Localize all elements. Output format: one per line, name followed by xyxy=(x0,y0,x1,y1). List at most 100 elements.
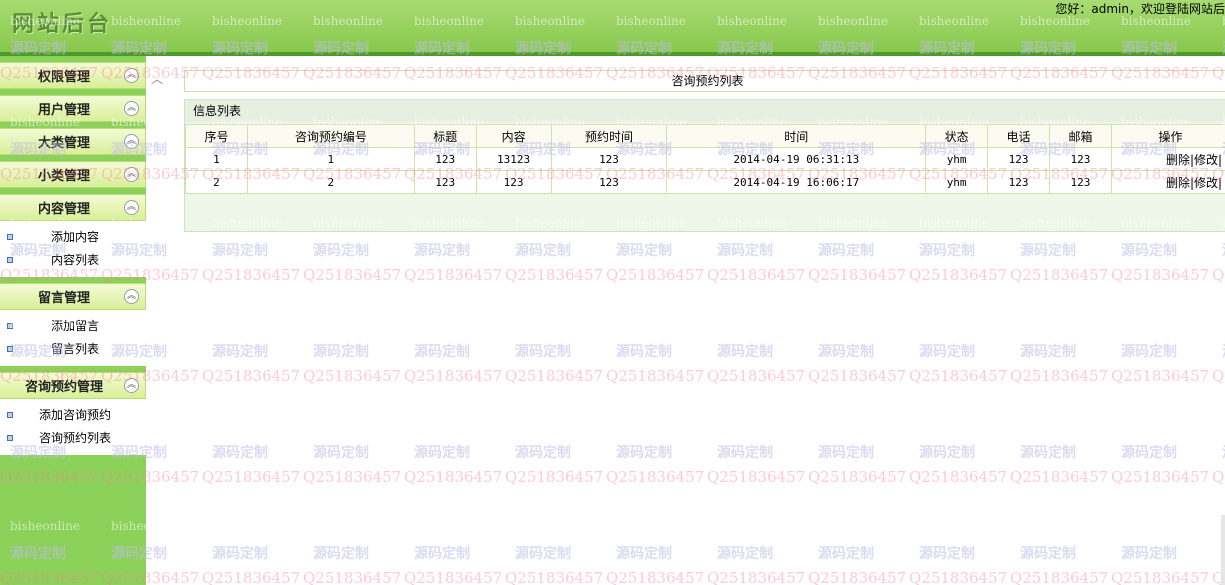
menu-header[interactable]: 大类管理 ︽ xyxy=(0,128,146,155)
submenu-item[interactable]: 咨询预约列表 xyxy=(0,426,146,449)
menu-header[interactable]: 留言管理 ︽ xyxy=(0,283,146,310)
watermark-text: Q251836457 xyxy=(707,266,806,284)
watermark-text: Q251836457 xyxy=(909,569,1008,585)
page-title: 咨询预约列表 xyxy=(184,70,1225,92)
watermark-text: Q251836457 xyxy=(303,367,402,385)
watermark-text: 源码定制 xyxy=(818,344,874,360)
watermark-text: bisheonline xyxy=(818,317,888,331)
watermark-text: Q251836457 xyxy=(707,468,806,486)
watermark-text: Q251836457 xyxy=(808,468,907,486)
table-cell: 13123 xyxy=(475,147,552,171)
watermark-text: 源码定制 xyxy=(616,344,672,360)
watermark-text: bisheonline xyxy=(1121,418,1191,432)
submenu-item[interactable]: 内容列表 xyxy=(0,248,146,271)
double-chevron-up-icon[interactable]: ︽ xyxy=(124,378,139,393)
watermark-text: 源码定制 xyxy=(919,243,975,259)
watermark-text: bisheonline xyxy=(1020,519,1090,533)
menu-header[interactable]: 权限管理 ︽ xyxy=(0,62,146,89)
watermark-text: Q251836457 xyxy=(1111,468,1210,486)
watermark-text: 源码定制 xyxy=(515,546,571,562)
watermark-text: bisheonline xyxy=(414,418,484,432)
watermark-text: 源码定制 xyxy=(717,344,773,360)
watermark-text: 源码定制 xyxy=(919,546,975,562)
menu-header-label: 咨询预约管理 xyxy=(24,380,103,395)
menu-header[interactable]: 内容管理 ︽ xyxy=(0,194,146,221)
watermark-text: 源码定制 xyxy=(212,344,268,360)
watermark-text: Q251836457 xyxy=(1212,468,1225,486)
watermark-text: Q251836457 xyxy=(303,569,402,585)
watermark-text: 源码定制 xyxy=(818,546,874,562)
watermark-text: Q251836457 xyxy=(606,266,705,284)
watermark-text: Q251836457 xyxy=(606,468,705,486)
panel-title: 信息列表 xyxy=(185,100,1225,122)
table-cell: 1 xyxy=(185,147,248,171)
watermark-text: Q251836457 xyxy=(707,569,806,585)
watermark-text: bisheonline xyxy=(212,317,282,331)
watermark-text: Q251836457 xyxy=(1010,367,1109,385)
table-cell: 123 xyxy=(413,170,477,194)
watermark-text: Q251836457 xyxy=(1212,266,1225,284)
watermark-text: 源码定制 xyxy=(616,445,672,461)
row-actions[interactable]: 删除|修改| xyxy=(1110,170,1225,194)
double-chevron-up-icon[interactable]: ︽ xyxy=(124,68,139,83)
header-bar: 网站后台 您好：admin，欢迎登陆网站后 xyxy=(0,0,1225,56)
watermark-text: 源码定制 xyxy=(616,243,672,259)
watermark-text: 源码定制 xyxy=(414,243,470,259)
watermark-text: 源码定制 xyxy=(1121,344,1177,360)
watermark-text: Q251836457 xyxy=(1010,569,1109,585)
double-chevron-up-icon[interactable]: ︽ xyxy=(124,101,139,116)
watermark-text: 源码定制 xyxy=(717,445,773,461)
watermark-text: bisheonline xyxy=(313,317,383,331)
list-panel: 信息列表 序号 咨询预约编号 标题 内容 预约时间 时间 状态 电话 邮箱 操作 1 1 123 131… xyxy=(184,99,1225,232)
double-chevron-up-icon[interactable]: ︽ xyxy=(124,289,139,304)
submenu-item[interactable]: 添加咨询预约 xyxy=(0,403,146,426)
watermark-text: bisheonline xyxy=(1121,519,1191,533)
watermark-text: Q251836457 xyxy=(202,569,301,585)
scrollbar[interactable] xyxy=(1221,515,1225,585)
watermark-text: bisheonline xyxy=(313,519,383,533)
watermark-text: 源码定制 xyxy=(414,546,470,562)
watermark-text: Q251836457 xyxy=(303,468,402,486)
watermark-text: 源码定制 xyxy=(1121,445,1177,461)
watermark-text: Q251836457 xyxy=(505,569,604,585)
watermark-text: Q251836457 xyxy=(404,266,503,284)
watermark-text: Q251836457 xyxy=(404,367,503,385)
double-chevron-up-icon[interactable]: ︽ xyxy=(124,167,139,182)
bullet-icon xyxy=(7,434,13,441)
submenu-item[interactable]: 添加留言 xyxy=(0,314,146,337)
collapse-sidebar-icon[interactable]: ︿ xyxy=(151,70,163,87)
submenu-item[interactable]: 留言列表 xyxy=(0,337,146,360)
double-chevron-up-icon[interactable]: ︽ xyxy=(124,200,139,215)
menu-header[interactable]: 用户管理 ︽ xyxy=(0,95,146,122)
watermark-text: bisheonline xyxy=(212,519,282,533)
watermark-text: Q251836457 xyxy=(505,266,604,284)
table-cell: 123 xyxy=(550,147,668,171)
table-cell: 123 xyxy=(1049,147,1112,171)
submenu-item[interactable]: 添加内容 xyxy=(0,225,146,248)
column-header: 电话 xyxy=(987,124,1051,148)
watermark-text: bisheonline xyxy=(414,317,484,331)
table-cell: 123 xyxy=(413,147,477,171)
watermark-text: 源码定制 xyxy=(1121,546,1177,562)
column-header: 操作 xyxy=(1110,124,1225,148)
submenu: 添加留言 留言列表 xyxy=(0,310,146,366)
column-header: 邮箱 xyxy=(1049,124,1112,148)
double-chevron-up-icon[interactable]: ︽ xyxy=(124,134,139,149)
column-header: 状态 xyxy=(925,124,989,148)
watermark-text: bisheonline xyxy=(515,418,585,432)
watermark-text: Q251836457 xyxy=(404,468,503,486)
table-row: 1 1 123 13123 123 2014-04-19 06:31:13 yhm 123 12… xyxy=(185,147,1225,171)
row-actions[interactable]: 删除|修改| xyxy=(1110,147,1225,171)
watermark-text: Q251836457 xyxy=(808,569,907,585)
column-header: 序号 xyxy=(185,124,248,148)
watermark-text: 源码定制 xyxy=(1020,243,1076,259)
table-cell: 123 xyxy=(475,170,552,194)
watermark-text: bisheonline xyxy=(919,317,989,331)
table-cell: yhm xyxy=(925,170,989,194)
table-cell: 123 xyxy=(1049,170,1112,194)
menu-header[interactable]: 咨询预约管理 ︽ xyxy=(0,372,146,399)
table-cell: 123 xyxy=(987,147,1051,171)
watermark-text: bisheonline xyxy=(717,519,787,533)
column-header: 时间 xyxy=(666,124,927,148)
menu-header[interactable]: 小类管理 ︽ xyxy=(0,161,146,188)
